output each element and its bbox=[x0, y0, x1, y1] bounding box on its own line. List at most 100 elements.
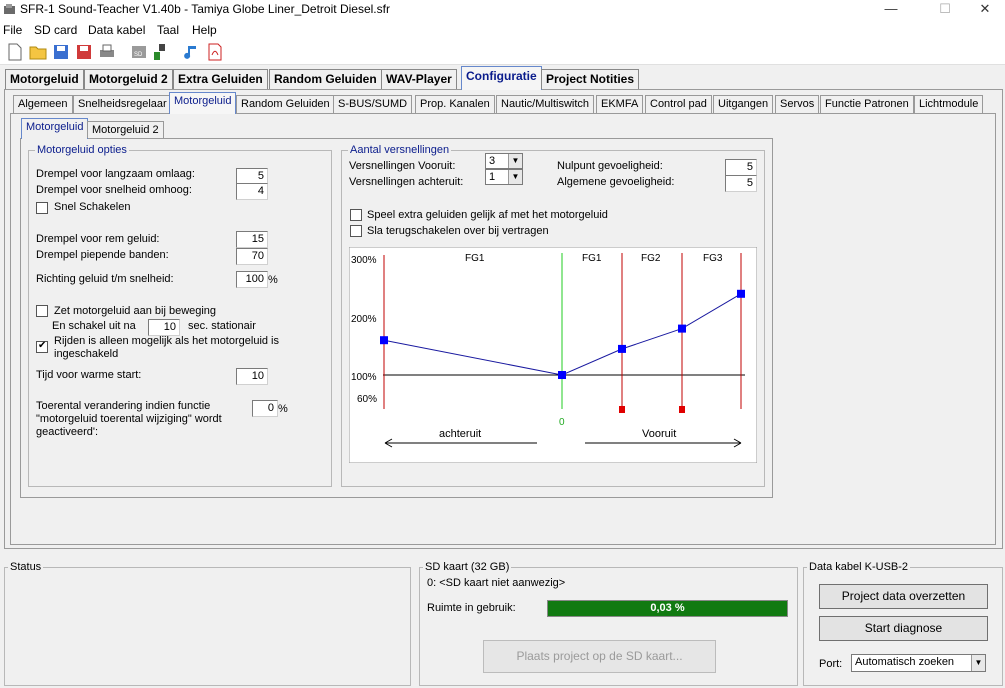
menu-sd-card[interactable]: SD card bbox=[34, 23, 77, 37]
toerental-label-1: Toerental verandering indien functie bbox=[36, 400, 211, 412]
ruimte-value: 0,03 % bbox=[650, 602, 685, 614]
versnellingen-legend: Aantal versnellingen bbox=[350, 144, 450, 156]
save-icon[interactable] bbox=[52, 43, 70, 61]
rijden-checkbox[interactable] bbox=[36, 340, 48, 353]
subtab-snelheidsregelaar[interactable]: Snelheidsregelaar bbox=[73, 95, 172, 113]
menu-data-kabel[interactable]: Data kabel bbox=[88, 23, 145, 37]
zet-aan-checkbox[interactable] bbox=[36, 305, 48, 317]
zet-aan-label: Zet motorgeluid aan bij beweging bbox=[54, 305, 217, 317]
subtab-motorgeluid[interactable]: Motorgeluid bbox=[169, 92, 237, 114]
red-marker-fg1 bbox=[619, 406, 625, 413]
tab-wav-player[interactable]: WAV-Player bbox=[381, 69, 457, 89]
open-folder-icon[interactable] bbox=[29, 43, 47, 61]
subtab-lichtmodule[interactable]: Lichtmodule bbox=[914, 95, 984, 113]
subtab-prop-kanalen[interactable]: Prop. Kanalen bbox=[415, 95, 495, 113]
subtab-control-pad[interactable]: Control pad bbox=[645, 95, 712, 113]
plaats-project-button[interactable]: Plaats project op de SD kaart... bbox=[483, 640, 716, 673]
ruimte-progress-bar: 0,03 % bbox=[547, 600, 788, 617]
warme-label: Tijd voor warme start: bbox=[36, 369, 142, 381]
new-file-icon[interactable] bbox=[6, 43, 24, 61]
svg-text:SD: SD bbox=[134, 52, 143, 58]
sla-label: Sla terugschakelen over bij vertragen bbox=[367, 225, 549, 237]
close-button[interactable]: ✕ bbox=[962, 0, 1005, 20]
algemeen-field[interactable]: 5 bbox=[725, 175, 757, 192]
gear-point-3[interactable] bbox=[678, 324, 686, 333]
status-legend: Status bbox=[10, 561, 42, 573]
port-label: Port: bbox=[819, 658, 843, 670]
y-label-300: 300% bbox=[351, 255, 377, 266]
chevron-down-icon: ▼ bbox=[971, 655, 985, 671]
print-icon[interactable] bbox=[98, 43, 116, 61]
gear-label-fg3: FG3 bbox=[703, 253, 723, 264]
toerental-field[interactable]: 0 bbox=[252, 400, 278, 417]
toolbar: SD bbox=[0, 39, 1005, 65]
schakel-uit-label: En schakel uit na bbox=[52, 320, 136, 332]
gear-point-2[interactable] bbox=[618, 344, 626, 353]
zero-label: 0 bbox=[559, 417, 565, 428]
gear-point-1[interactable] bbox=[558, 371, 566, 379]
vooruit-label: Vooruit bbox=[642, 428, 676, 440]
sd-card-icon[interactable]: SD bbox=[130, 43, 148, 61]
vooruit-select[interactable]: 3 ▼ bbox=[485, 153, 523, 169]
chevron-down-icon: ▼ bbox=[508, 154, 522, 168]
y-label-60: 60% bbox=[357, 394, 377, 405]
tab-random-geluiden[interactable]: Random Geluiden bbox=[269, 69, 382, 89]
speel-label: Speel extra geluiden gelijk af met het m… bbox=[367, 209, 608, 221]
tab3-motorgeluid-2[interactable]: Motorgeluid 2 bbox=[87, 121, 164, 138]
red-marker-fg2 bbox=[679, 406, 685, 413]
gear-point-0[interactable] bbox=[380, 336, 388, 345]
menu-taal[interactable]: Taal bbox=[157, 23, 179, 37]
subtab-nautic-multiswitch[interactable]: Nautic/Multiswitch bbox=[496, 95, 595, 113]
rem-field[interactable]: 15 bbox=[236, 231, 268, 248]
sla-checkbox[interactable] bbox=[350, 225, 362, 237]
piepende-field[interactable]: 70 bbox=[236, 248, 268, 265]
gear-label-fg1: FG1 bbox=[582, 253, 602, 264]
menu-help[interactable]: Help bbox=[192, 23, 217, 37]
subtab-algemeen[interactable]: Algemeen bbox=[13, 95, 73, 113]
snel-schakelen-checkbox[interactable] bbox=[36, 202, 48, 214]
drempel-snelheid-field[interactable]: 4 bbox=[236, 183, 268, 200]
sd-kaart-legend: SD kaart (32 GB) bbox=[425, 561, 510, 573]
toerental-label-2: "motorgeluid toerental wijziging" wordt bbox=[36, 413, 222, 425]
title-bar: SFR-1 Sound-Teacher V1.40b - Tamiya Glob… bbox=[0, 0, 1005, 20]
tab-motorgeluid[interactable]: Motorgeluid bbox=[5, 69, 84, 89]
tab3-motorgeluid[interactable]: Motorgeluid bbox=[21, 118, 89, 139]
music-note-icon[interactable] bbox=[183, 43, 201, 61]
tab-motorgeluid-2[interactable]: Motorgeluid 2 bbox=[84, 69, 173, 89]
subtab-uitgangen[interactable]: Uitgangen bbox=[713, 95, 774, 113]
gear-curve-graph: 300% 200% 100% 60% FG1 FG1 FG2 FG3 0 ach… bbox=[349, 247, 757, 463]
data-kabel-legend: Data kabel K-USB-2 bbox=[809, 561, 909, 573]
tab-configuratie[interactable]: Configuratie bbox=[461, 66, 542, 90]
save-red-icon[interactable] bbox=[75, 43, 93, 61]
richting-percent: % bbox=[268, 274, 278, 286]
subtab-random-geluiden[interactable]: Random Geluiden bbox=[236, 95, 335, 113]
toerental-percent: % bbox=[278, 403, 288, 415]
richting-field[interactable]: 100 bbox=[236, 271, 268, 288]
rijden-label-2: ingeschakeld bbox=[54, 348, 119, 360]
minimize-button[interactable]: — bbox=[868, 0, 914, 20]
project-data-overzetten-button[interactable]: Project data overzetten bbox=[819, 584, 988, 609]
drempel-snelheid-label: Drempel voor snelheid omhoog: bbox=[36, 184, 192, 196]
start-diagnose-button[interactable]: Start diagnose bbox=[819, 616, 988, 641]
tab-extra-geluiden[interactable]: Extra Geluiden bbox=[173, 69, 268, 89]
subtab-sbus-sumd[interactable]: S-BUS/SUMD bbox=[333, 95, 413, 113]
warme-field[interactable]: 10 bbox=[236, 368, 268, 385]
schakel-uit-field[interactable]: 10 bbox=[148, 319, 180, 336]
achteruit-select[interactable]: 1 ▼ bbox=[485, 169, 523, 185]
y-label-100: 100% bbox=[351, 372, 377, 383]
pdf-icon[interactable] bbox=[206, 43, 224, 61]
motorgeluid-opties-legend: Motorgeluid opties bbox=[37, 144, 127, 156]
subtab-ekmfa[interactable]: EKMFA bbox=[596, 95, 644, 113]
gear-label-fg2: FG2 bbox=[641, 253, 661, 264]
port-value: Automatisch zoeken bbox=[855, 656, 955, 668]
subtab-servos[interactable]: Servos bbox=[775, 95, 820, 113]
nulpunt-field[interactable]: 5 bbox=[725, 159, 757, 176]
speel-checkbox[interactable] bbox=[350, 209, 362, 221]
piepende-label: Drempel piepende banden: bbox=[36, 249, 169, 261]
gear-point-4[interactable] bbox=[737, 289, 745, 298]
menu-file[interactable]: File bbox=[3, 23, 22, 37]
port-select[interactable]: Automatisch zoeken ▼ bbox=[851, 654, 986, 672]
data-cable-icon[interactable] bbox=[152, 43, 170, 61]
subtab-functie-patronen[interactable]: Functie Patronen bbox=[820, 95, 914, 113]
tab-project-notities[interactable]: Project Notities bbox=[541, 69, 640, 89]
